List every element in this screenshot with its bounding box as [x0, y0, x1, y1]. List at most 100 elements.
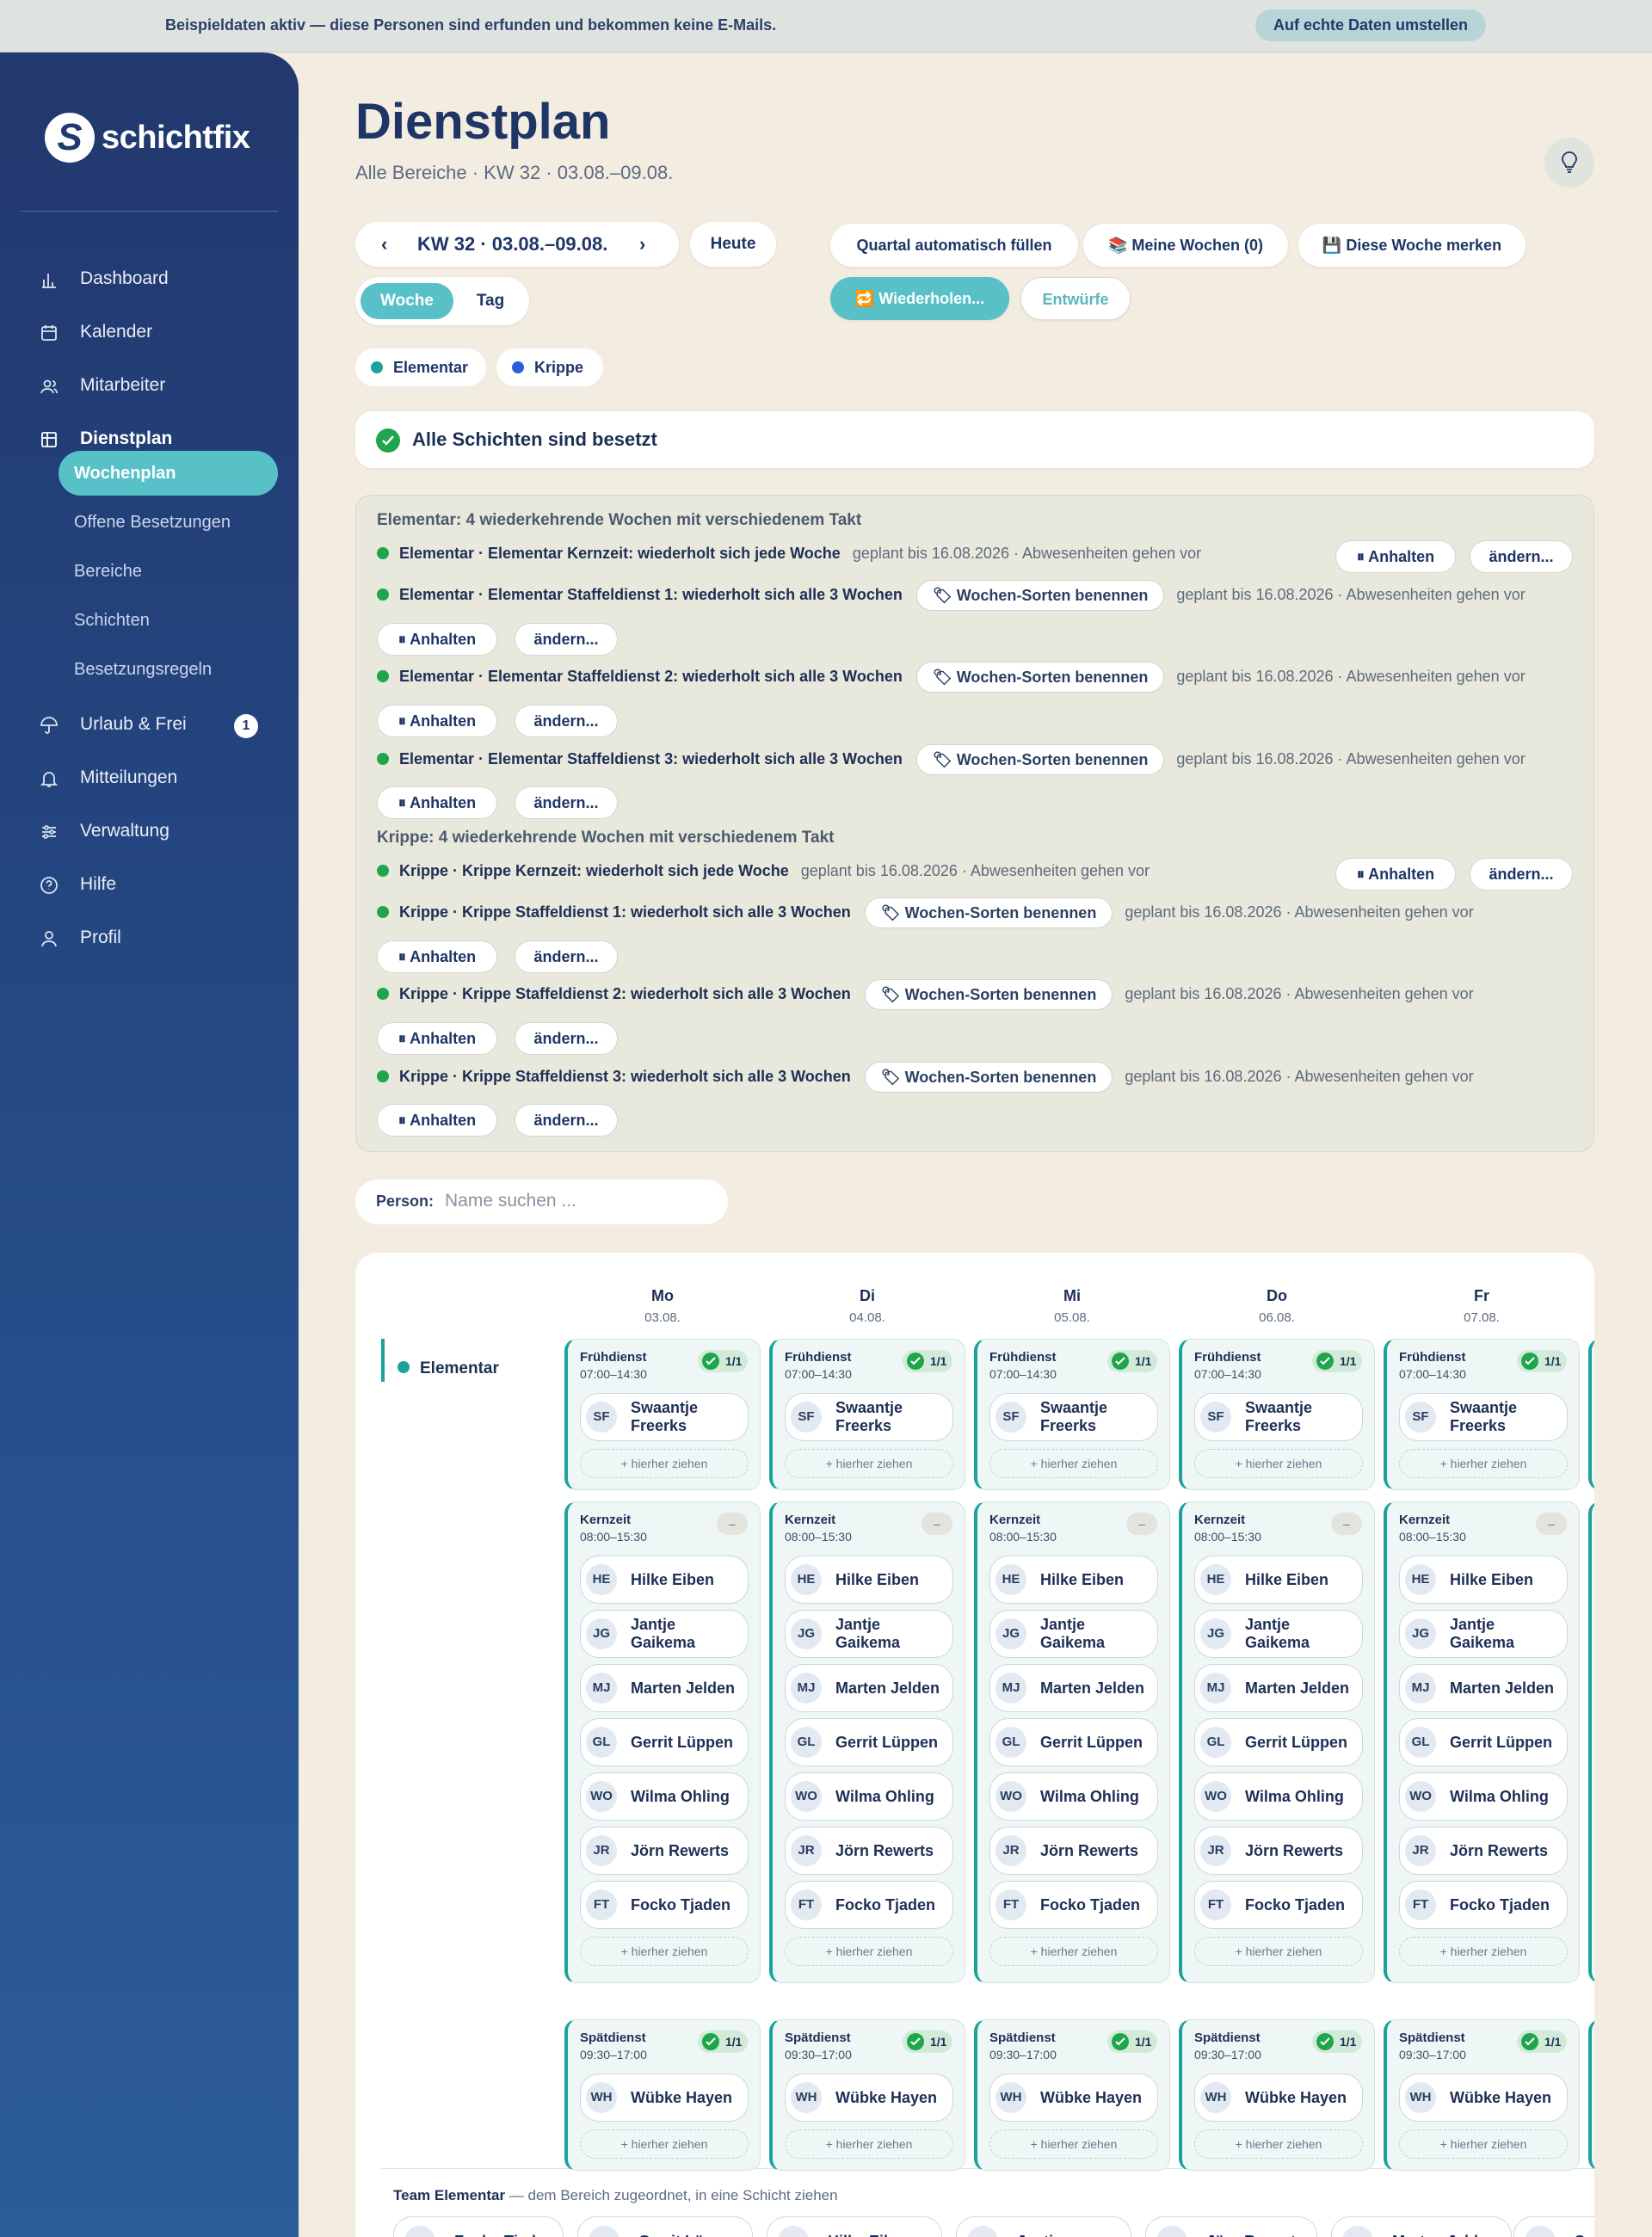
sub-nav-offene-besetzungen[interactable]: Offene Besetzungen — [59, 500, 278, 545]
drop-zone[interactable]: + hierher ziehen — [1194, 1449, 1363, 1478]
rename-week-types-button[interactable]: 🏷 Wochen-Sorten benennen — [915, 662, 1165, 693]
person-chip[interactable]: WH Wübke Hayen — [785, 2074, 953, 2122]
shift-card[interactable]: Spätdienst 09:30–17:00 1/1 WH Wübke Hayen + h… — [769, 2019, 965, 2171]
person-chip[interactable]: GL Gerrit Lüppen — [580, 1718, 749, 1766]
person-chip[interactable]: WO Wilma Ohling — [785, 1772, 953, 1821]
tips-button[interactable] — [1544, 138, 1594, 188]
rename-week-types-button[interactable]: 🏷 Wochen-Sorten benennen — [864, 1062, 1113, 1093]
person-chip[interactable]: WH Wübke Hayen — [1194, 2074, 1363, 2122]
change-button[interactable]: ändern... — [515, 1104, 618, 1137]
shift-card[interactable]: Frühdienst 07:00–14:30 1/1 SF Swaantje Freer… — [1179, 1339, 1375, 1490]
rename-week-types-button[interactable]: 🏷 Wochen-Sorten benennen — [864, 897, 1113, 928]
rename-week-types-button[interactable]: 🏷 Wochen-Sorten benennen — [915, 580, 1165, 611]
team-member-chip[interactable]: Gerrit Lüppen — [577, 2216, 753, 2237]
rename-week-types-button[interactable]: 🏷 Wochen-Sorten benennen — [864, 979, 1113, 1010]
nav-mitteilungen[interactable]: Mitteilungen — [0, 755, 299, 800]
team-member-chip[interactable]: Sw... — [1513, 2216, 1594, 2237]
area-label[interactable]: Elementar — [398, 1359, 499, 1378]
shift-card[interactable]: Kernzeit 08:00–15:30 – HE Hilke Eiben JG Jantj… — [769, 1501, 965, 1983]
nav-profil[interactable]: Profil — [0, 915, 299, 960]
shift-card-partial[interactable] — [1588, 1339, 1594, 1490]
change-button[interactable]: ändern... — [515, 786, 618, 819]
drop-zone[interactable]: + hierher ziehen — [1399, 1937, 1568, 1966]
person-chip[interactable]: FT Focko Tjaden — [989, 1881, 1158, 1929]
legend-elementar[interactable]: Elementar — [355, 348, 486, 386]
person-chip[interactable]: JR Jörn Rewerts — [580, 1827, 749, 1875]
person-chip[interactable]: SF Swaantje Freerks — [580, 1393, 749, 1441]
person-chip[interactable]: WO Wilma Ohling — [989, 1772, 1158, 1821]
pause-button[interactable]: ⏸ Anhalten — [377, 705, 497, 737]
drop-zone[interactable]: + hierher ziehen — [785, 1449, 953, 1478]
remember-week-button[interactable]: 💾 Diese Woche merken — [1298, 224, 1526, 267]
nav-dashboard[interactable]: Dashboard — [0, 256, 299, 301]
shift-card[interactable]: Spätdienst 09:30–17:00 1/1 WH Wübke Hayen + h… — [1384, 2019, 1580, 2171]
previous-week-button[interactable]: ‹ — [381, 222, 387, 267]
drop-zone[interactable]: + hierher ziehen — [580, 1937, 749, 1966]
shift-card-partial[interactable] — [1588, 2019, 1594, 2171]
person-chip[interactable]: WH Wübke Hayen — [989, 2074, 1158, 2122]
person-chip[interactable]: HE Hilke Eiben — [1399, 1556, 1568, 1604]
drafts-button[interactable]: Entwürfe — [1020, 277, 1131, 320]
change-button[interactable]: ändern... — [515, 623, 618, 656]
shift-card[interactable]: Kernzeit 08:00–15:30 – HE Hilke Eiben JG Jantj… — [564, 1501, 761, 1983]
person-chip[interactable]: JG Jantje Gaikema — [785, 1610, 953, 1658]
shift-card[interactable]: Frühdienst 07:00–14:30 1/1 SF Swaantje Freer… — [974, 1339, 1170, 1490]
drop-zone[interactable]: + hierher ziehen — [989, 1937, 1158, 1966]
person-search[interactable]: Person: Name suchen ... — [355, 1180, 728, 1224]
person-chip[interactable]: GL Gerrit Lüppen — [785, 1718, 953, 1766]
legend-krippe[interactable]: Krippe — [496, 348, 603, 386]
team-member-chip[interactable]: Hilke Eiben — [767, 2216, 942, 2237]
sub-nav-besetzungsregeln[interactable]: Besetzungsregeln — [59, 647, 278, 692]
person-chip[interactable]: FT Focko Tjaden — [785, 1881, 953, 1929]
sub-nav-schichten[interactable]: Schichten — [59, 598, 278, 643]
change-button[interactable]: ändern... — [515, 1022, 618, 1055]
person-chip[interactable]: GL Gerrit Lüppen — [989, 1718, 1158, 1766]
person-chip[interactable]: HE Hilke Eiben — [785, 1556, 953, 1604]
person-chip[interactable]: SF Swaantje Freerks — [785, 1393, 953, 1441]
drop-zone[interactable]: + hierher ziehen — [580, 2129, 749, 2159]
shift-card[interactable]: Frühdienst 07:00–14:30 1/1 SF Swaantje Freer… — [564, 1339, 761, 1490]
person-chip[interactable]: WO Wilma Ohling — [1194, 1772, 1363, 1821]
drop-zone[interactable]: + hierher ziehen — [989, 2129, 1158, 2159]
nav-hilfe[interactable]: Hilfe — [0, 862, 299, 907]
person-chip[interactable]: SF Swaantje Freerks — [1399, 1393, 1568, 1441]
person-chip[interactable]: WO Wilma Ohling — [580, 1772, 749, 1821]
pause-button[interactable]: ⏸ Anhalten — [377, 623, 497, 656]
drop-zone[interactable]: + hierher ziehen — [580, 1449, 749, 1478]
pause-button[interactable]: ⏸ Anhalten — [377, 940, 497, 973]
nav-urlaub[interactable]: Urlaub & Frei 1 — [0, 702, 299, 747]
person-chip[interactable]: JR Jörn Rewerts — [1399, 1827, 1568, 1875]
person-chip[interactable]: GL Gerrit Lüppen — [1399, 1718, 1568, 1766]
person-chip[interactable]: WO Wilma Ohling — [1399, 1772, 1568, 1821]
person-chip[interactable]: JG Jantje Gaikema — [1194, 1610, 1363, 1658]
drop-zone[interactable]: + hierher ziehen — [989, 1449, 1158, 1478]
fill-quarter-button[interactable]: Quartal automatisch füllen — [830, 224, 1078, 267]
person-chip[interactable]: JR Jörn Rewerts — [1194, 1827, 1363, 1875]
person-search-input[interactable]: Name suchen ... — [445, 1191, 576, 1211]
pause-button[interactable]: ⏸ Anhalten — [1335, 858, 1456, 890]
person-chip[interactable]: HE Hilke Eiben — [1194, 1556, 1363, 1604]
person-chip[interactable]: HE Hilke Eiben — [580, 1556, 749, 1604]
shift-card[interactable]: Spätdienst 09:30–17:00 1/1 WH Wübke Hayen + h… — [974, 2019, 1170, 2171]
repeat-button[interactable]: 🔁 Wiederholen... — [830, 277, 1009, 320]
shift-card[interactable]: Frühdienst 07:00–14:30 1/1 SF Swaantje Freer… — [1384, 1339, 1580, 1490]
team-member-chip[interactable]: Jörn Rewerts — [1145, 2216, 1317, 2237]
shift-card[interactable]: Kernzeit 08:00–15:30 – HE Hilke Eiben JG Jantj… — [974, 1501, 1170, 1983]
shift-card-partial[interactable] — [1588, 1501, 1594, 1983]
person-chip[interactable]: MJ Marten Jelden — [989, 1664, 1158, 1712]
person-chip[interactable]: MJ Marten Jelden — [785, 1664, 953, 1712]
change-button[interactable]: ändern... — [1470, 858, 1573, 890]
person-chip[interactable]: JG Jantje Gaikema — [989, 1610, 1158, 1658]
change-button[interactable]: ändern... — [515, 705, 618, 737]
shift-card[interactable]: Kernzeit 08:00–15:30 – HE Hilke Eiben JG Jantj… — [1384, 1501, 1580, 1983]
pause-button[interactable]: ⏸ Anhalten — [377, 1022, 497, 1055]
person-chip[interactable]: JR Jörn Rewerts — [989, 1827, 1158, 1875]
view-week-button[interactable]: Woche — [361, 283, 453, 319]
drop-zone[interactable]: + hierher ziehen — [1194, 2129, 1363, 2159]
person-chip[interactable]: GL Gerrit Lüppen — [1194, 1718, 1363, 1766]
my-weeks-button[interactable]: 📚 Meine Wochen (0) — [1083, 224, 1288, 267]
person-chip[interactable]: MJ Marten Jelden — [580, 1664, 749, 1712]
change-button[interactable]: ändern... — [515, 940, 618, 973]
person-chip[interactable]: WH Wübke Hayen — [1399, 2074, 1568, 2122]
nav-verwaltung[interactable]: Verwaltung — [0, 809, 299, 854]
